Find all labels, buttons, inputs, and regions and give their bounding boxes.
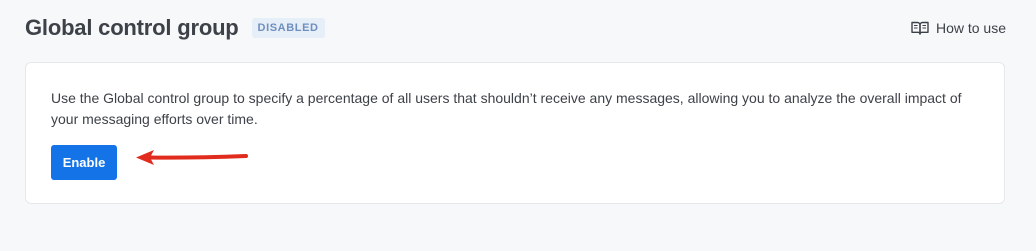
card-description: Use the Global control group to specify …	[51, 90, 962, 127]
enable-button[interactable]: Enable	[51, 145, 117, 180]
page: Global control group DISABLED How to use…	[0, 0, 1036, 251]
red-arrow-icon	[136, 150, 248, 165]
status-badge: DISABLED	[251, 18, 325, 38]
page-title: Global control group	[25, 15, 239, 40]
open-book-icon	[911, 20, 929, 36]
page-header: Global control group DISABLED How to use	[25, 13, 1006, 43]
how-to-use-link[interactable]: How to use	[911, 20, 1006, 36]
global-control-group-card: Use the Global control group to specify …	[25, 62, 1005, 204]
how-to-use-label: How to use	[935, 20, 1006, 36]
